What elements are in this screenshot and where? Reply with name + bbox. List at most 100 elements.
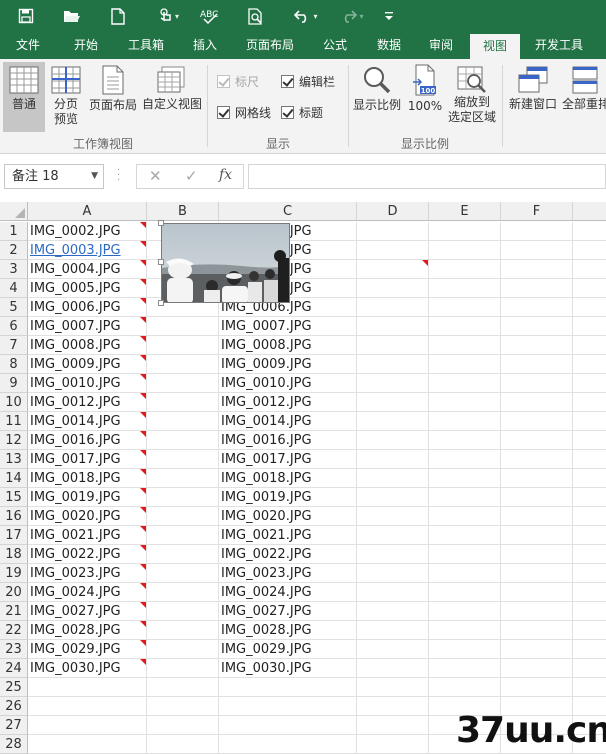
zoom-button[interactable]: 显示比例 [351,62,403,132]
cell-g13[interactable] [573,450,606,469]
cell-b10[interactable] [147,393,219,412]
comment-indicator[interactable] [140,355,146,361]
row-header[interactable]: 1 [0,222,28,241]
cell-c9[interactable]: IMG_0010.JPG [219,374,357,393]
row-header[interactable]: 15 [0,488,28,507]
comment-indicator[interactable] [140,640,146,646]
tab-developer[interactable]: 开发工具 [526,32,592,59]
cell-b18[interactable] [147,545,219,564]
cell-e24[interactable] [429,659,501,678]
spellcheck-icon[interactable]: ABC [198,4,222,28]
cell-a27[interactable] [28,716,147,735]
cell-a4[interactable]: IMG_0005.JPG [28,279,147,298]
cell-a18[interactable]: IMG_0022.JPG [28,545,147,564]
cell-c21[interactable]: IMG_0027.JPG [219,602,357,621]
enter-icon[interactable]: ✓ [185,167,198,185]
cell-g23[interactable] [573,640,606,659]
cell-b12[interactable] [147,431,219,450]
cell-f8[interactable] [501,355,573,374]
tab-page-layout[interactable]: 页面布局 [238,32,302,59]
cell-e3[interactable] [429,260,501,279]
cell-d22[interactable] [357,621,429,640]
row-header[interactable]: 25 [0,678,28,697]
tab-home[interactable]: 开始 [62,32,110,59]
cell-b27[interactable] [147,716,219,735]
cell-d23[interactable] [357,640,429,659]
cell-a22[interactable]: IMG_0028.JPG [28,621,147,640]
cell-d17[interactable] [357,526,429,545]
cell-c17[interactable]: IMG_0021.JPG [219,526,357,545]
cell-e11[interactable] [429,412,501,431]
zoom-to-selection-button[interactable]: 缩放到 选定区域 [446,62,498,132]
new-window-button[interactable]: 新建窗口 [506,62,560,132]
cell-d9[interactable] [357,374,429,393]
cell-f14[interactable] [501,469,573,488]
cell-f24[interactable] [501,659,573,678]
comment-indicator[interactable] [140,260,146,266]
cell-c8[interactable]: IMG_0009.JPG [219,355,357,374]
cell-d1[interactable] [357,222,429,241]
page-break-preview-button[interactable]: 分页 预览 [46,62,86,132]
cell-g15[interactable] [573,488,606,507]
cell-e22[interactable] [429,621,501,640]
cell-d2[interactable] [357,241,429,260]
cell-c24[interactable]: IMG_0030.JPG [219,659,357,678]
cell-g5[interactable] [573,298,606,317]
customize-qat-icon[interactable] [380,4,398,28]
row-header[interactable]: 6 [0,317,28,336]
normal-view-button[interactable]: 普通 [3,62,45,132]
cell-c13[interactable]: IMG_0017.JPG [219,450,357,469]
cell-a16[interactable]: IMG_0020.JPG [28,507,147,526]
cell-a1[interactable]: IMG_0002.JPG [28,222,147,241]
cell-d18[interactable] [357,545,429,564]
cell-g7[interactable] [573,336,606,355]
redo-icon[interactable]: ▾ [334,4,370,28]
row-header[interactable]: 19 [0,564,28,583]
comment-indicator[interactable] [140,583,146,589]
cell-e1[interactable] [429,222,501,241]
comment-indicator[interactable] [140,431,146,437]
column-header-c[interactable]: C [219,202,357,221]
tab-view[interactable]: 视图 [470,34,520,59]
cell-a28[interactable] [28,735,147,754]
cell-c27[interactable] [219,716,357,735]
cell-d13[interactable] [357,450,429,469]
cell-a11[interactable]: IMG_0014.JPG [28,412,147,431]
comment-indicator[interactable] [140,545,146,551]
column-header-f[interactable]: F [501,202,573,221]
cell-f10[interactable] [501,393,573,412]
cell-f11[interactable] [501,412,573,431]
cell-g21[interactable] [573,602,606,621]
cell-f3[interactable] [501,260,573,279]
cell-a6[interactable]: IMG_0007.JPG [28,317,147,336]
cell-d6[interactable] [357,317,429,336]
cell-e9[interactable] [429,374,501,393]
comment-indicator[interactable] [140,298,146,304]
row-header[interactable]: 21 [0,602,28,621]
touch-mode-icon[interactable]: ▾ [150,4,186,28]
cell-c15[interactable]: IMG_0019.JPG [219,488,357,507]
cell-g17[interactable] [573,526,606,545]
cell-b21[interactable] [147,602,219,621]
comment-indicator[interactable] [140,659,146,665]
cell-d26[interactable] [357,697,429,716]
cell-g8[interactable] [573,355,606,374]
comment-indicator[interactable] [140,526,146,532]
cell-e25[interactable] [429,678,501,697]
comment-indicator[interactable] [140,317,146,323]
cell-c14[interactable]: IMG_0018.JPG [219,469,357,488]
cell-a5[interactable]: IMG_0006.JPG [28,298,147,317]
column-header-next[interactable] [573,202,606,221]
cell-c11[interactable]: IMG_0014.JPG [219,412,357,431]
cell-b17[interactable] [147,526,219,545]
insert-function-icon[interactable]: fx [219,167,232,183]
row-header[interactable]: 3 [0,260,28,279]
cell-b14[interactable] [147,469,219,488]
tab-toolbox[interactable]: 工具箱 [120,32,172,59]
cell-c19[interactable]: IMG_0023.JPG [219,564,357,583]
cell-f13[interactable] [501,450,573,469]
cell-b23[interactable] [147,640,219,659]
cell-d28[interactable] [357,735,429,754]
cell-a13[interactable]: IMG_0017.JPG [28,450,147,469]
tab-review[interactable]: 审阅 [418,32,464,59]
